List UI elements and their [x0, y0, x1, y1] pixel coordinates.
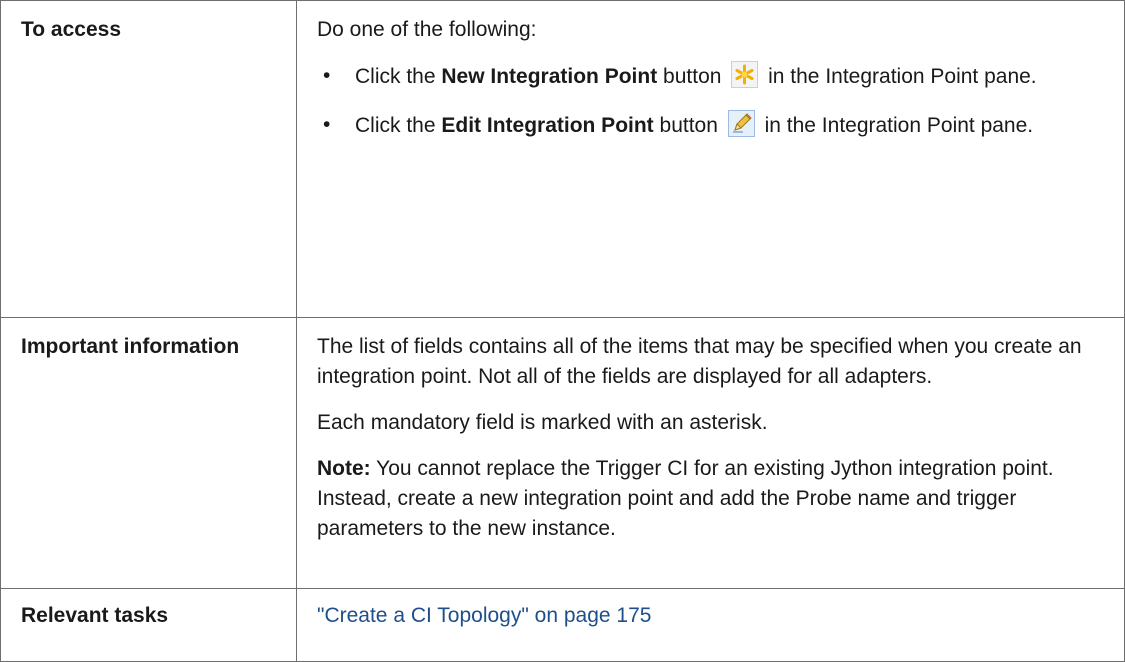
table-row-access: To access Do one of the following: • Cli…	[0, 0, 1125, 318]
row-label-relevant: Relevant tasks	[0, 588, 297, 662]
row-content-access: Do one of the following: • Click the New…	[296, 0, 1125, 318]
info-table: To access Do one of the following: • Cli…	[0, 0, 1125, 662]
row-label-access: To access	[0, 0, 297, 318]
note-text: You cannot replace the Trigger CI for an…	[317, 457, 1054, 540]
important-paragraph-fields: The list of fields contains all of the i…	[317, 335, 1082, 388]
edit-integration-point-term: Edit Integration Point	[441, 114, 654, 137]
new-integration-point-term: New Integration Point	[441, 65, 658, 88]
access-item-mid: button	[657, 65, 722, 88]
list-item-new-integration-point: • Click the New Integration Point button…	[317, 61, 1108, 92]
row-label-important: Important information	[0, 317, 297, 589]
important-paragraph-mandatory: Each mandatory field is marked with an a…	[317, 411, 768, 434]
row-content-relevant: "Create a CI Topology" on page 175	[296, 588, 1125, 662]
row-content-important: The list of fields contains all of the i…	[296, 317, 1125, 589]
create-ci-topology-link[interactable]: "Create a CI Topology" on page 175	[317, 604, 651, 627]
access-item-mid: button	[653, 114, 718, 137]
access-item-suffix: in the Integration Point pane.	[758, 114, 1034, 137]
bullet-icon: •	[323, 113, 331, 136]
table-row-relevant: Relevant tasks "Create a CI Topology" on…	[0, 588, 1125, 662]
access-item-prefix: Click the	[355, 114, 442, 137]
important-note: Note: You cannot replace the Trigger CI …	[317, 454, 1108, 544]
bullet-icon: •	[323, 64, 331, 87]
new-star-icon	[731, 61, 759, 88]
note-label: Note:	[317, 457, 371, 480]
table-row-important: Important information The list of fields…	[0, 317, 1125, 589]
edit-pencil-icon	[727, 110, 755, 137]
access-intro: Do one of the following:	[317, 18, 537, 41]
access-options-list: • Click the New Integration Point button…	[317, 61, 1108, 141]
access-item-prefix: Click the	[355, 65, 442, 88]
list-item-edit-integration-point: • Click the Edit Integration Point butto…	[317, 110, 1108, 141]
access-item-suffix: in the Integration Point pane.	[762, 65, 1037, 88]
